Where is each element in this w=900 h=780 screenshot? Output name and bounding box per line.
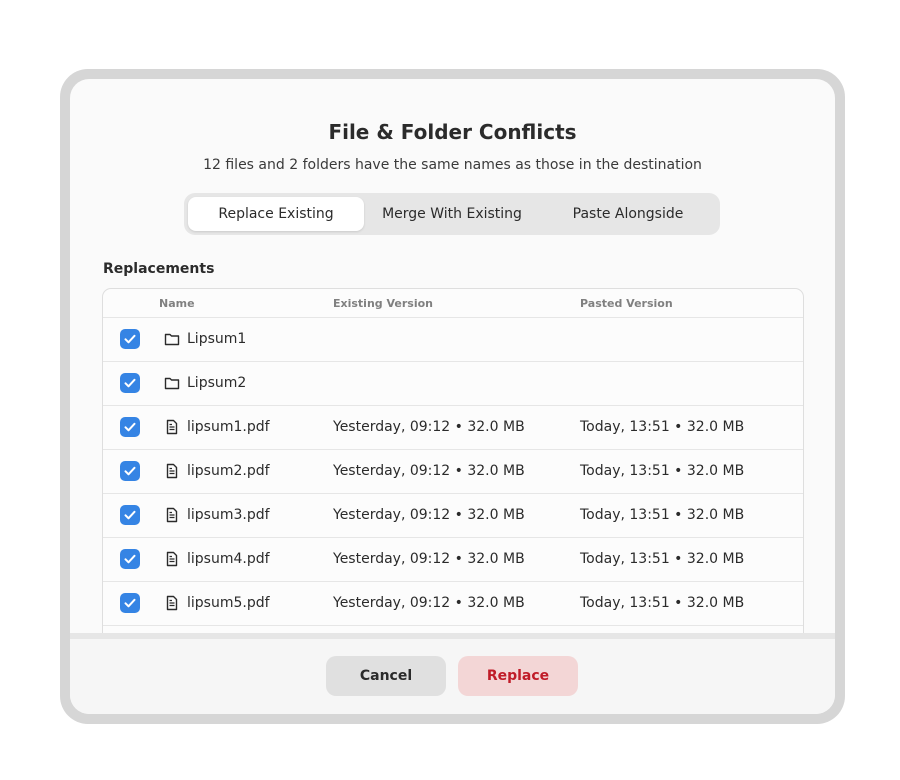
row-existing-version: Yesterday, 09:12 • 32.0 MB xyxy=(333,507,525,523)
list-row[interactable]: Lipsum2 xyxy=(103,362,803,406)
row-checkbox[interactable] xyxy=(120,549,140,569)
row-name: Lipsum2 xyxy=(187,375,247,391)
section-label: Replacements xyxy=(103,261,215,277)
row-pasted-version: Today, 13:51 • 32.0 MB xyxy=(580,463,745,479)
row-checkbox[interactable] xyxy=(120,329,140,349)
row-pasted-version: Today, 13:51 • 32.0 MB xyxy=(580,551,745,567)
checkmark-icon xyxy=(123,596,137,610)
mode-merge-with-existing[interactable]: Merge With Existing xyxy=(364,197,540,231)
row-name: lipsum3.pdf xyxy=(187,507,270,523)
row-pasted-version: Today, 13:51 • 32.0 MB xyxy=(580,419,745,435)
list-row[interactable]: Lipsum1 xyxy=(103,318,803,362)
row-existing-version: Yesterday, 09:12 • 32.0 MB xyxy=(333,463,525,479)
list-row[interactable]: lipsum5.pdf Yesterday, 09:12 • 32.0 MB Tod… xyxy=(103,582,803,626)
checkmark-icon xyxy=(123,420,137,434)
document-icon xyxy=(164,507,180,523)
conflicts-dialog: File & Folder Conflicts 12 files and 2 f… xyxy=(70,79,835,714)
folder-icon xyxy=(164,331,180,347)
dialog-subtitle: 12 files and 2 folders have the same nam… xyxy=(203,157,702,173)
row-checkbox[interactable] xyxy=(120,417,140,437)
list-header: Name Existing Version Pasted Version xyxy=(103,289,803,318)
row-name: lipsum2.pdf xyxy=(187,463,270,479)
list-row[interactable]: lipsum1.pdf Yesterday, 09:12 • 32.0 MB Tod… xyxy=(103,406,803,450)
row-name: Lipsum1 xyxy=(187,331,247,347)
list-row[interactable]: lipsum2.pdf Yesterday, 09:12 • 32.0 MB Tod… xyxy=(103,450,803,494)
list-row[interactable]: lipsum3.pdf Yesterday, 09:12 • 32.0 MB Tod… xyxy=(103,494,803,538)
row-name: lipsum5.pdf xyxy=(187,595,270,611)
document-icon xyxy=(164,463,180,479)
row-existing-version: Yesterday, 09:12 • 32.0 MB xyxy=(333,419,525,435)
row-name: lipsum4.pdf xyxy=(187,551,270,567)
row-checkbox[interactable] xyxy=(120,593,140,613)
checkmark-icon xyxy=(123,332,137,346)
document-icon xyxy=(164,595,180,611)
checkmark-icon xyxy=(123,552,137,566)
checkmark-icon xyxy=(123,508,137,522)
checkmark-icon xyxy=(123,464,137,478)
column-header-existing: Existing Version xyxy=(333,297,433,310)
list-rows: Lipsum1 Lipsum2 lipsum1.pdf Yesterday, 09:1… xyxy=(103,318,803,670)
document-icon xyxy=(164,551,180,567)
row-pasted-version: Today, 13:51 • 32.0 MB xyxy=(580,595,745,611)
replacements-list[interactable]: Name Existing Version Pasted Version Lip… xyxy=(102,288,804,688)
column-header-pasted: Pasted Version xyxy=(580,297,673,310)
row-checkbox[interactable] xyxy=(120,505,140,525)
dialog-title: File & Folder Conflicts xyxy=(328,120,577,144)
document-icon xyxy=(164,419,180,435)
row-existing-version: Yesterday, 09:12 • 32.0 MB xyxy=(333,551,525,567)
row-name: lipsum1.pdf xyxy=(187,419,270,435)
column-header-name: Name xyxy=(159,297,195,310)
mode-paste-alongside[interactable]: Paste Alongside xyxy=(540,197,716,231)
dialog-frame: File & Folder Conflicts 12 files and 2 f… xyxy=(60,69,845,724)
row-pasted-version: Today, 13:51 • 32.0 MB xyxy=(580,507,745,523)
cancel-button[interactable]: Cancel xyxy=(326,656,446,696)
dialog-footer: Cancel Replace xyxy=(70,633,835,714)
row-existing-version: Yesterday, 09:12 • 32.0 MB xyxy=(333,595,525,611)
checkmark-icon xyxy=(123,376,137,390)
conflict-mode-switcher: Replace Existing Merge With Existing Pas… xyxy=(184,193,720,235)
mode-replace-existing[interactable]: Replace Existing xyxy=(188,197,364,231)
replace-button[interactable]: Replace xyxy=(458,656,578,696)
row-checkbox[interactable] xyxy=(120,373,140,393)
folder-icon xyxy=(164,375,180,391)
row-checkbox[interactable] xyxy=(120,461,140,481)
list-row[interactable]: lipsum4.pdf Yesterday, 09:12 • 32.0 MB Tod… xyxy=(103,538,803,582)
